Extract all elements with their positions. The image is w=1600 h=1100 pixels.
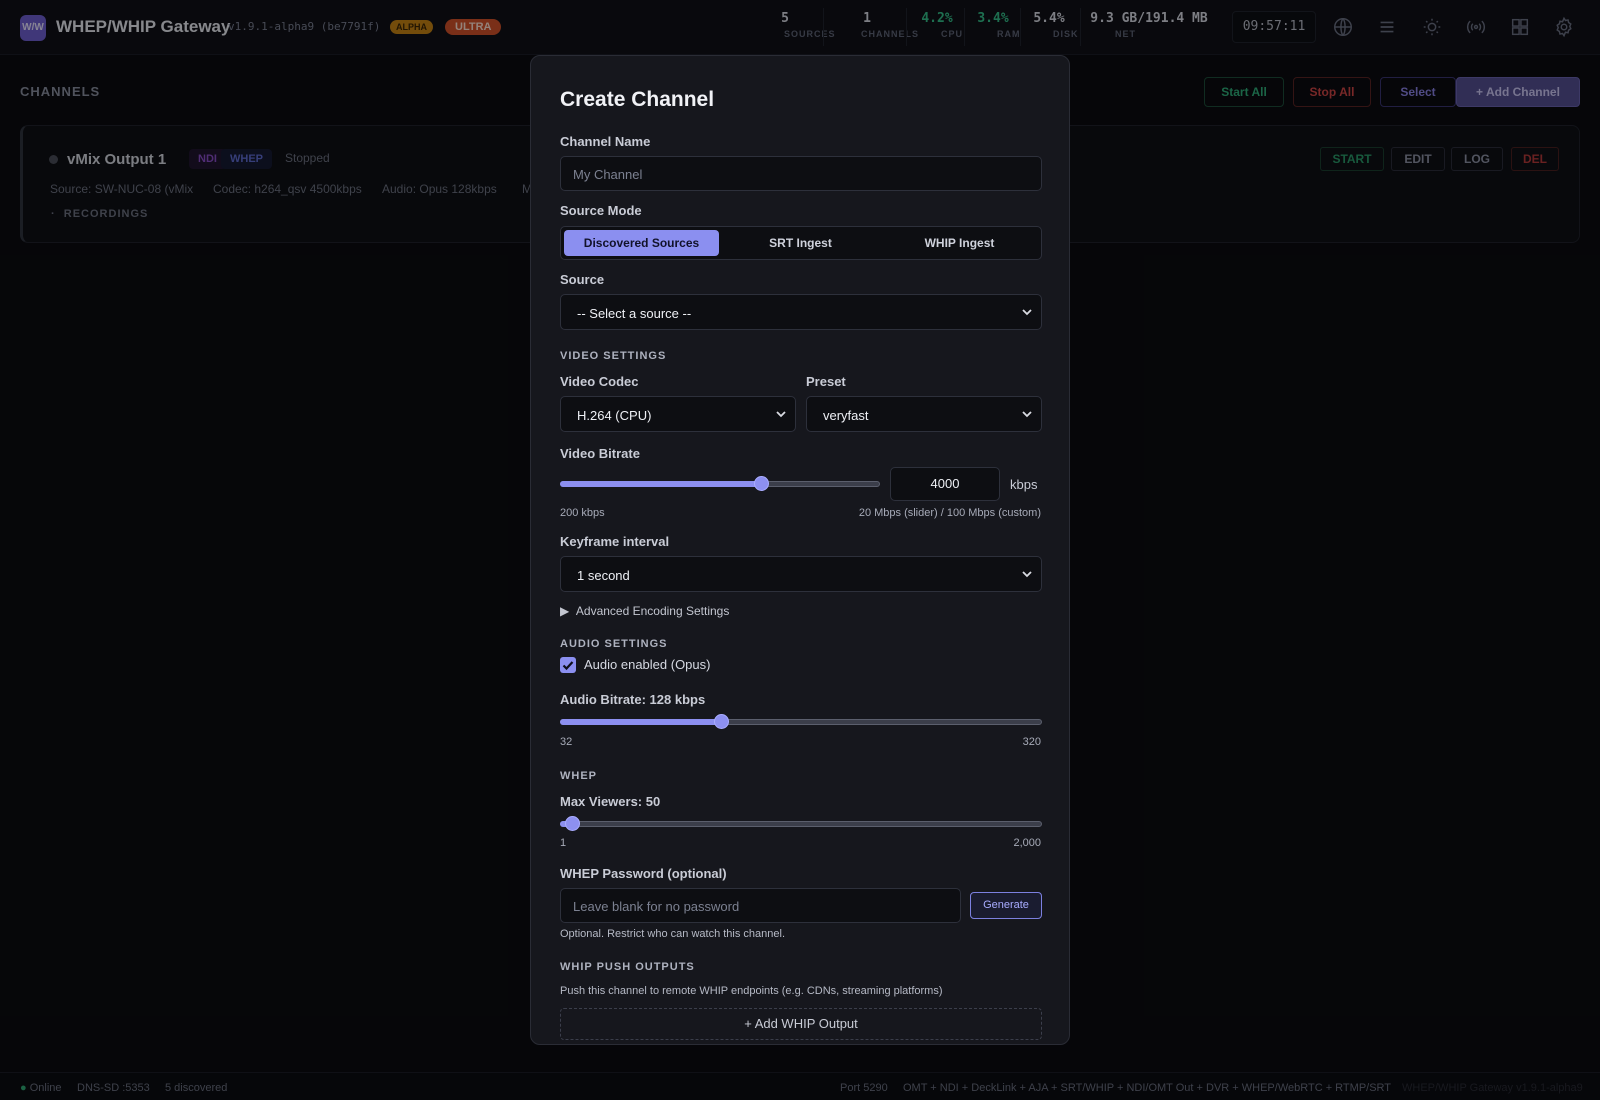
audio-settings-heading: AUDIO SETTINGS [560,638,668,650]
keyframe-label: Keyframe interval [560,534,670,549]
source-select-value: -- Select a source -- [577,306,692,321]
whep-heading: WHEP [560,770,597,782]
source-mode-discovered[interactable]: Discovered Sources [564,230,719,256]
chevron-down-icon [1021,408,1033,420]
preset-label: Preset [806,374,846,389]
audio-bitrate-slider[interactable] [560,714,1042,730]
audio-enabled-checkbox[interactable] [560,657,576,673]
slider-thumb[interactable] [754,476,769,491]
video-bitrate-label: Video Bitrate [560,446,640,461]
video-settings-heading: VIDEO SETTINGS [560,350,667,362]
channel-name-label: Channel Name [560,134,651,149]
max-viewers-label: Max Viewers: 50 [560,794,661,809]
caret-right-icon: ▶ [560,604,570,618]
whep-password-help: Optional. Restrict who can watch this ch… [560,928,786,940]
audio-bitrate-label: Audio Bitrate: 128 kbps [560,692,706,707]
slider-track [560,821,1042,827]
dialog-title: Create Channel [560,88,715,111]
keyframe-value: 1 second [577,568,630,583]
whep-password-placeholder: Leave blank for no password [573,899,740,914]
source-mode-srt[interactable]: SRT Ingest [723,230,878,256]
audio-bitrate-max: 320 [1022,736,1041,748]
slider-thumb[interactable] [714,714,729,729]
source-label: Source [560,272,605,287]
whip-push-help: Push this channel to remote WHIP endpoin… [560,985,943,997]
slider-thumb[interactable] [565,816,580,831]
video-bitrate-min: 200 kbps [560,507,605,519]
preset-select[interactable]: veryfast [806,396,1042,432]
max-viewers-slider[interactable] [560,816,1042,832]
slider-fill [560,481,761,487]
whep-password-input[interactable]: Leave blank for no password [560,888,961,923]
video-codec-label: Video Codec [560,374,639,389]
video-bitrate-max: 20 Mbps (slider) / 100 Mbps (custom) [858,507,1041,519]
video-bitrate-input[interactable]: 4000 [890,467,1000,501]
source-mode-whip[interactable]: WHIP Ingest [882,230,1037,256]
generate-password-button[interactable]: Generate [970,892,1042,919]
keyframe-select[interactable]: 1 second [560,556,1042,592]
advanced-encoding-label: Advanced Encoding Settings [575,604,730,618]
checkmark-icon [562,661,574,671]
create-channel-dialog: Create Channel Channel Name My Channel S… [530,55,1070,1045]
viewers-min: 1 [560,837,567,849]
audio-bitrate-min: 32 [560,736,573,748]
add-whip-output-button[interactable]: + Add WHIP Output [560,1008,1042,1040]
source-select[interactable]: -- Select a source -- [560,294,1042,330]
video-codec-select[interactable]: H.264 (CPU) [560,396,796,432]
viewers-max: 2,000 [1013,837,1041,849]
advanced-encoding-toggle[interactable]: ▶ Advanced Encoding Settings [560,604,729,618]
source-mode-label: Source Mode [560,203,642,218]
audio-enabled-label: Audio enabled (Opus) [584,657,711,672]
slider-fill [560,719,721,725]
chevron-down-icon [775,408,787,420]
video-bitrate-unit: kbps [1010,477,1038,492]
source-mode-selector: Discovered Sources SRT Ingest WHIP Inges… [560,226,1042,260]
chevron-down-icon [1021,306,1033,318]
channel-name-input[interactable]: My Channel [560,156,1042,191]
channel-name-placeholder: My Channel [573,167,643,182]
whip-push-heading: WHIP PUSH OUTPUTS [560,961,695,973]
preset-value: veryfast [823,408,869,423]
video-codec-value: H.264 (CPU) [577,408,652,423]
chevron-down-icon [1021,568,1033,580]
video-bitrate-slider[interactable] [560,476,880,492]
whep-password-label: WHEP Password (optional) [560,866,727,881]
